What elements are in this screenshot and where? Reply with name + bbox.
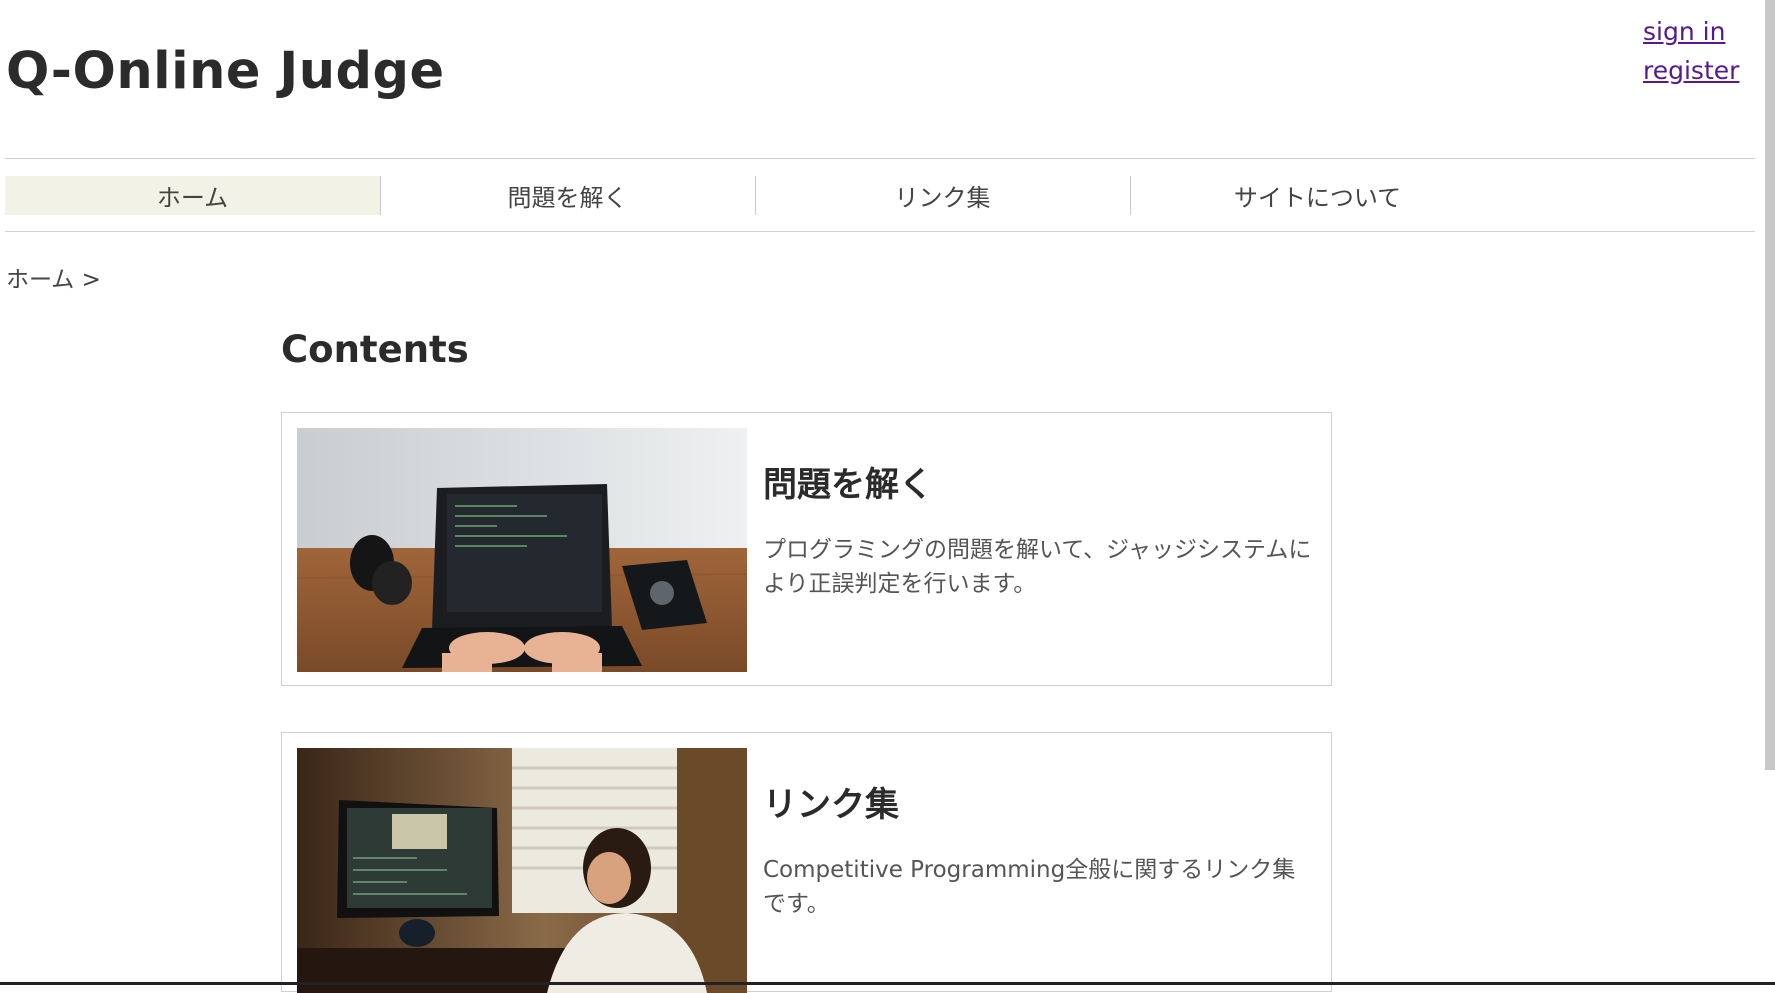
register-link[interactable]: register <box>1643 51 1739 90</box>
content-card-links[interactable]: リンク集 Competitive Programming全般に関するリンク集です… <box>281 732 1332 993</box>
card-description: Competitive Programming全般に関するリンク集です。 <box>763 857 1296 917</box>
nav-item-home[interactable]: ホーム <box>5 176 381 215</box>
vertical-scrollbar[interactable] <box>1765 0 1775 770</box>
content-card-solve[interactable]: 問題を解く プログラミングの問題を解いて、ジャッジシステムにより正誤判定を行いま… <box>281 412 1332 686</box>
nav-item-solve-problems[interactable]: 問題を解く <box>380 176 756 215</box>
card-description: プログラミングの問題を解いて、ジャッジシステムにより正誤判定を行います。 <box>763 537 1312 597</box>
site-title: Q-Online Judge <box>6 42 445 101</box>
section-title: Contents <box>281 328 469 371</box>
card-title[interactable]: リンク集 <box>763 777 899 826</box>
auth-links: sign in register <box>1643 12 1739 90</box>
sign-in-link[interactable]: sign in <box>1643 12 1739 51</box>
nav-item-links[interactable]: リンク集 <box>755 176 1131 215</box>
breadcrumb: ホーム > <box>6 267 101 293</box>
main-nav: ホーム 問題を解く リンク集 サイトについて <box>5 158 1755 232</box>
laptop-coding-photo[interactable] <box>297 428 747 672</box>
card-title[interactable]: 問題を解く <box>763 457 933 506</box>
person-at-monitor-photo[interactable] <box>297 748 747 993</box>
nav-item-about[interactable]: サイトについて <box>1130 176 1505 215</box>
